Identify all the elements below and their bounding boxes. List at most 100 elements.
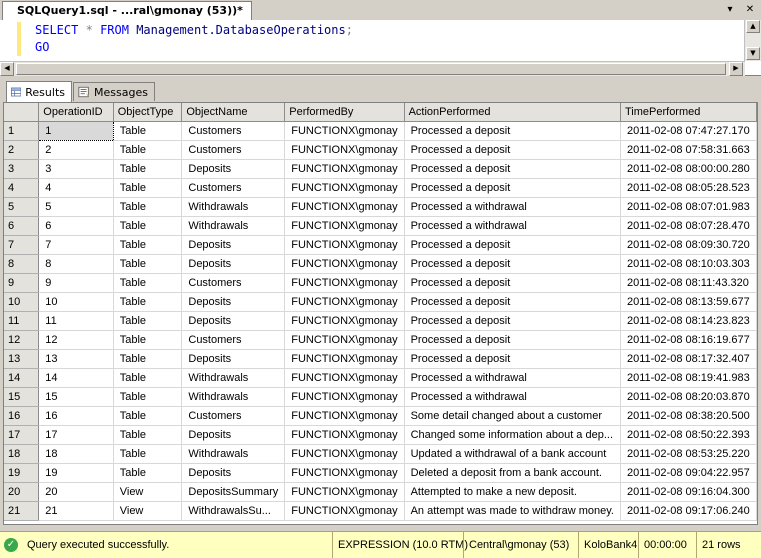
column-header[interactable]: ObjectName <box>181 103 286 122</box>
time-performed-cell[interactable]: 2011-02-08 08:00:00.280 <box>620 159 757 179</box>
operation-id-cell[interactable]: 3 <box>38 159 114 179</box>
row-number[interactable]: 7 <box>4 235 40 255</box>
object-name-cell[interactable]: Customers <box>181 330 286 350</box>
object-type-cell[interactable]: Table <box>113 444 183 464</box>
table-row[interactable]: 12 12 Table Customers FUNCTIONX\gmonay Proces… <box>4 330 757 350</box>
object-type-cell[interactable]: Table <box>113 311 183 331</box>
action-performed-cell[interactable]: Attempted to make a new deposit. <box>404 482 621 502</box>
time-performed-cell[interactable]: 2011-02-08 08:20:03.870 <box>620 387 757 407</box>
row-number[interactable]: 18 <box>4 444 40 464</box>
table-row[interactable]: 9 9 Table Customers FUNCTIONX\gmonay Processe… <box>4 273 757 293</box>
object-name-cell[interactable]: Deposits <box>181 425 286 445</box>
table-row[interactable]: 3 3 Table Deposits FUNCTIONX\gmonay Processed… <box>4 159 757 179</box>
column-header[interactable]: TimePerformed <box>620 103 757 122</box>
time-performed-cell[interactable]: 2011-02-08 08:17:32.407 <box>620 349 757 369</box>
operation-id-cell[interactable]: 21 <box>38 501 114 521</box>
object-type-cell[interactable]: Table <box>113 121 183 141</box>
object-type-cell[interactable]: Table <box>113 463 183 483</box>
object-type-cell[interactable]: View <box>113 501 183 521</box>
object-type-cell[interactable]: Table <box>113 330 183 350</box>
table-row[interactable]: 20 20 View DepositsSummary FUNCTIONX\gmonay A… <box>4 482 757 502</box>
object-name-cell[interactable]: Deposits <box>181 311 286 331</box>
action-performed-cell[interactable]: Processed a deposit <box>404 159 621 179</box>
action-performed-cell[interactable]: Processed a deposit <box>404 140 621 160</box>
object-name-cell[interactable]: Customers <box>181 273 286 293</box>
time-performed-cell[interactable]: 2011-02-08 08:19:41.983 <box>620 368 757 388</box>
performed-by-cell[interactable]: FUNCTIONX\gmonay <box>284 216 405 236</box>
table-row[interactable]: 4 4 Table Customers FUNCTIONX\gmonay Processe… <box>4 178 757 198</box>
object-name-cell[interactable]: Customers <box>181 406 286 426</box>
tab-results[interactable]: Results <box>6 81 72 102</box>
object-name-cell[interactable]: Deposits <box>181 159 286 179</box>
object-type-cell[interactable]: Table <box>113 235 183 255</box>
row-number[interactable]: 13 <box>4 349 40 369</box>
scroll-down-icon[interactable]: ▼ <box>746 47 760 60</box>
table-row[interactable]: 2 2 Table Customers FUNCTIONX\gmonay Processe… <box>4 140 757 160</box>
object-type-cell[interactable]: Table <box>113 406 183 426</box>
object-name-cell[interactable]: Withdrawals <box>181 444 286 464</box>
object-name-cell[interactable]: Deposits <box>181 349 286 369</box>
operation-id-cell[interactable]: 5 <box>38 197 114 217</box>
table-row[interactable]: 5 5 Table Withdrawals FUNCTIONX\gmonay Proces… <box>4 197 757 217</box>
object-type-cell[interactable]: Table <box>113 349 183 369</box>
performed-by-cell[interactable]: FUNCTIONX\gmonay <box>284 254 405 274</box>
operation-id-cell[interactable]: 1 <box>38 121 114 141</box>
row-number[interactable]: 14 <box>4 368 40 388</box>
time-performed-cell[interactable]: 2011-02-08 08:38:20.500 <box>620 406 757 426</box>
time-performed-cell[interactable]: 2011-02-08 08:50:22.393 <box>620 425 757 445</box>
table-row[interactable]: 17 17 Table Deposits FUNCTIONX\gmonay Changed… <box>4 425 757 445</box>
action-performed-cell[interactable]: Processed a deposit <box>404 330 621 350</box>
operation-id-cell[interactable]: 17 <box>38 425 114 445</box>
performed-by-cell[interactable]: FUNCTIONX\gmonay <box>284 444 405 464</box>
object-name-cell[interactable]: DepositsSummary <box>181 482 286 502</box>
performed-by-cell[interactable]: FUNCTIONX\gmonay <box>284 159 405 179</box>
time-performed-cell[interactable]: 2011-02-08 08:10:03.303 <box>620 254 757 274</box>
row-number[interactable]: 9 <box>4 273 40 293</box>
operation-id-cell[interactable]: 11 <box>38 311 114 331</box>
action-performed-cell[interactable]: Processed a withdrawal <box>404 216 621 236</box>
editor-horizontal-scrollbar[interactable]: ◀ ▶ <box>0 61 745 76</box>
object-type-cell[interactable]: Table <box>113 178 183 198</box>
object-type-cell[interactable]: Table <box>113 425 183 445</box>
object-name-cell[interactable]: Customers <box>181 121 286 141</box>
object-name-cell[interactable]: Deposits <box>181 463 286 483</box>
time-performed-cell[interactable]: 2011-02-08 08:13:59.677 <box>620 292 757 312</box>
row-number[interactable]: 3 <box>4 159 40 179</box>
time-performed-cell[interactable]: 2011-02-08 08:05:28.523 <box>620 178 757 198</box>
performed-by-cell[interactable]: FUNCTIONX\gmonay <box>284 463 405 483</box>
action-performed-cell[interactable]: Changed some information about a dep... <box>404 425 621 445</box>
time-performed-cell[interactable]: 2011-02-08 08:14:23.823 <box>620 311 757 331</box>
time-performed-cell[interactable]: 2011-02-08 09:04:22.957 <box>620 463 757 483</box>
scroll-up-icon[interactable]: ▲ <box>746 20 760 33</box>
time-performed-cell[interactable]: 2011-02-08 07:47:27.170 <box>620 121 757 141</box>
operation-id-cell[interactable]: 4 <box>38 178 114 198</box>
action-performed-cell[interactable]: Processed a deposit <box>404 292 621 312</box>
operation-id-cell[interactable]: 13 <box>38 349 114 369</box>
performed-by-cell[interactable]: FUNCTIONX\gmonay <box>284 406 405 426</box>
object-name-cell[interactable]: Withdrawals <box>181 368 286 388</box>
action-performed-cell[interactable]: Processed a withdrawal <box>404 197 621 217</box>
table-row[interactable]: 11 11 Table Deposits FUNCTIONX\gmonay Process… <box>4 311 757 331</box>
operation-id-cell[interactable]: 16 <box>38 406 114 426</box>
row-number[interactable]: 11 <box>4 311 40 331</box>
time-performed-cell[interactable]: 2011-02-08 08:16:19.677 <box>620 330 757 350</box>
results-grid[interactable]: OperationID ObjectType ObjectName Perfor… <box>3 102 758 525</box>
object-type-cell[interactable]: Table <box>113 140 183 160</box>
scroll-left-icon[interactable]: ◀ <box>0 62 14 76</box>
table-row[interactable]: 16 16 Table Customers FUNCTIONX\gmonay Some d… <box>4 406 757 426</box>
performed-by-cell[interactable]: FUNCTIONX\gmonay <box>284 330 405 350</box>
time-performed-cell[interactable]: 2011-02-08 08:07:28.470 <box>620 216 757 236</box>
object-type-cell[interactable]: View <box>113 482 183 502</box>
object-name-cell[interactable]: Withdrawals <box>181 216 286 236</box>
table-row[interactable]: 7 7 Table Deposits FUNCTIONX\gmonay Processed… <box>4 235 757 255</box>
operation-id-cell[interactable]: 10 <box>38 292 114 312</box>
operation-id-cell[interactable]: 18 <box>38 444 114 464</box>
performed-by-cell[interactable]: FUNCTIONX\gmonay <box>284 273 405 293</box>
row-number-header[interactable] <box>4 103 40 122</box>
row-number[interactable]: 1 <box>4 121 40 141</box>
operation-id-cell[interactable]: 9 <box>38 273 114 293</box>
object-type-cell[interactable]: Table <box>113 292 183 312</box>
operation-id-cell[interactable]: 7 <box>38 235 114 255</box>
column-header[interactable]: ObjectType <box>113 103 183 122</box>
sql-code[interactable]: SELECT * FROM Management.DatabaseOperati… <box>35 22 353 56</box>
